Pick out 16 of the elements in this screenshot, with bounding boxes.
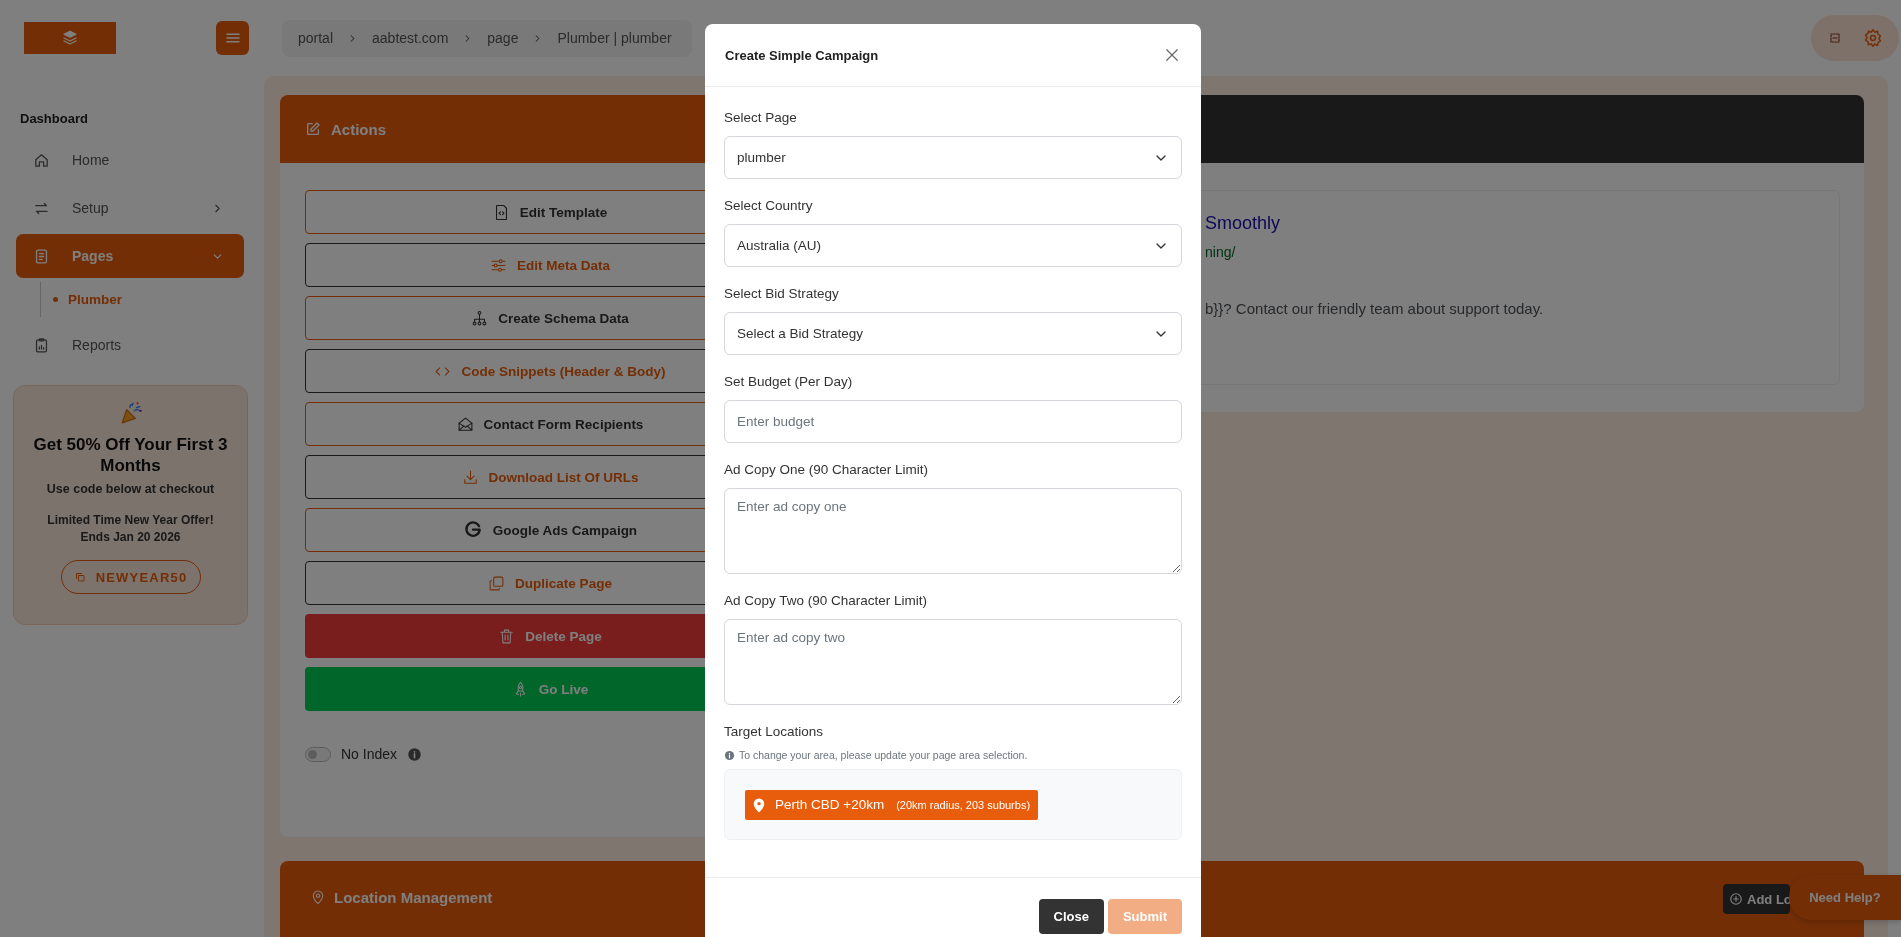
- card-title: Actions: [331, 120, 386, 138]
- modal-title: Create Simple Campaign: [725, 47, 879, 63]
- preview-description: b}}? Contact our friendly team about support today.: [1205, 300, 1545, 317]
- offer-end-date: Ends Jan 20 2026: [79, 529, 182, 546]
- hint-text: To change your area, please update your page area selection.: [739, 749, 1028, 761]
- preview-url: ning/: [1205, 244, 1237, 260]
- offer-text: Limited Time New Year Offer!: [47, 512, 214, 529]
- toggle-label: No Index: [341, 746, 398, 762]
- field-label: Select Page: [724, 109, 798, 126]
- section-heading: Dashboard: [19, 110, 89, 128]
- preview-title: Smoothly: [1205, 213, 1282, 234]
- promo-title: Get 50% Off Your First 3 Months: [32, 434, 229, 476]
- location-tag: Perth CBD +20km (20km radius, 203 suburbs): [745, 789, 1039, 820]
- section-title: Location Management: [334, 889, 494, 906]
- promo-subtitle: Use code below at checkout: [46, 482, 215, 496]
- field-label: Target Locations: [724, 723, 825, 740]
